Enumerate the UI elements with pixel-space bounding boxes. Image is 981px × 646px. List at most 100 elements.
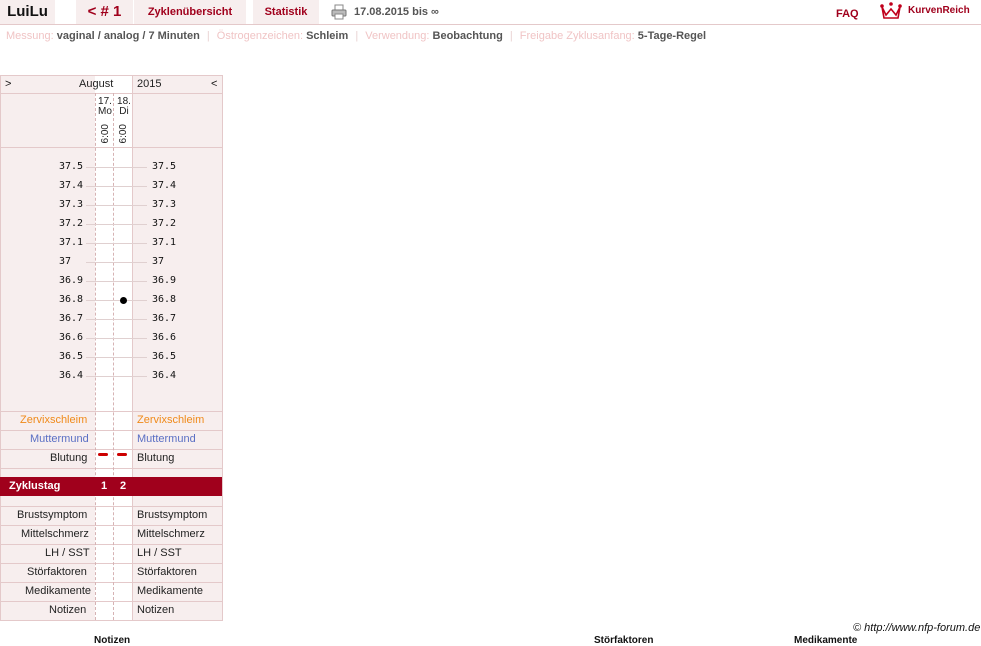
disruptors-row-label[interactable]: Störfaktoren [27, 563, 87, 581]
temperature-point[interactable] [120, 297, 127, 304]
temperature-tick-label: 36.8 [152, 294, 177, 305]
faq-link[interactable]: FAQ [836, 8, 859, 20]
month-label: August [79, 78, 114, 90]
measure-label: Messung: [6, 30, 54, 42]
temperature-tick-label: 36.6 [59, 332, 84, 343]
usage-label: Verwendung: [365, 30, 430, 42]
date-range: 17.08.2015 bis ∞ [354, 6, 439, 18]
separator: | [206, 30, 210, 42]
chart-border [0, 75, 1, 620]
printer-icon[interactable] [331, 4, 347, 20]
brand-name[interactable]: KurvenReich [908, 5, 970, 16]
temperature-gridline [86, 319, 147, 320]
temperature-tick-label: 37.2 [59, 218, 84, 229]
separator: | [509, 30, 513, 42]
cycle-day-number: 2 [119, 480, 127, 492]
temperature-tick-label: 37.1 [59, 237, 84, 248]
chart-divider [0, 544, 223, 545]
user-tab[interactable]: LuiLu [0, 0, 55, 24]
estrogen-label: Östrogenzeichen: [216, 30, 303, 42]
disruptors-heading: Störfaktoren [594, 635, 654, 646]
cycle-selector[interactable]: < # 1 [76, 0, 133, 24]
temperature-gridline [86, 205, 147, 206]
copyright[interactable]: © http://www.nfp-forum.de [853, 622, 980, 634]
temperature-gridline [86, 300, 147, 301]
cycle-day-number: 1 [100, 480, 108, 492]
temperature-tick-label: 37.3 [59, 199, 84, 210]
temperature-tick-label: 36.7 [152, 313, 177, 324]
estrogen-value: Schleim [306, 30, 349, 42]
cycle-day-row: Zyklustag 1 2 [0, 477, 222, 496]
medication-row-label[interactable]: Medikamente [137, 582, 203, 600]
chart-divider [0, 601, 223, 602]
release-value: 5-Tage-Regel [637, 30, 707, 42]
temperature-tick-label: 37.2 [152, 218, 177, 229]
notes-heading: Notizen [94, 635, 131, 646]
year-label: 2015 [137, 78, 162, 90]
temperature-tick-label: 37 [59, 256, 72, 267]
bleeding-mark[interactable] [117, 453, 127, 456]
cervical-os-row-label[interactable]: Muttermund [30, 430, 89, 448]
temperature-tick-label: 36.6 [152, 332, 177, 343]
tab-cycle-overview[interactable]: Zyklenübersicht [134, 0, 246, 24]
temperature-tick-label: 36.5 [59, 351, 84, 362]
temperature-tick-label: 36.5 [152, 351, 177, 362]
lh-test-row-label[interactable]: LH / SST [45, 544, 90, 562]
release-label: Freigabe Zyklusanfang: [519, 30, 635, 42]
temperature-tick-label: 36.4 [59, 370, 84, 381]
cervical-os-row-label[interactable]: Muttermund [137, 430, 196, 448]
medication-heading: Medikamente [794, 635, 858, 646]
bleeding-row-label[interactable]: Blutung [137, 449, 174, 467]
top-bar: LuiLu < # 1 Zyklenübersicht Statistik 17… [0, 0, 981, 25]
temperature-gridline [86, 243, 147, 244]
notes-row-label[interactable]: Notizen [137, 601, 174, 619]
settings-summary: Messung: vaginal / analog / 7 Minuten | … [6, 30, 706, 42]
temperature-tick-label: 36.4 [152, 370, 177, 381]
temperature-gridline [86, 357, 147, 358]
temperature-tick-label: 36.9 [59, 275, 84, 286]
breast-symptom-row-label[interactable]: Brustsymptom [137, 506, 207, 524]
temperature-gridline [86, 167, 147, 168]
temperature-gridline [86, 186, 147, 187]
separator: | [355, 30, 359, 42]
day-weekday: Mo [98, 106, 112, 117]
measure-value: vaginal / analog / 7 Minuten [56, 30, 200, 42]
chart-divider [0, 147, 223, 148]
chart-divider [0, 468, 223, 469]
usage-value: Beobachtung [432, 30, 503, 42]
temperature-tick-label: 37.1 [152, 237, 177, 248]
disruptors-row-label[interactable]: Störfaktoren [137, 563, 197, 581]
previous-month-button[interactable]: > [5, 75, 11, 93]
temperature-tick-label: 37.4 [59, 180, 84, 191]
temperature-tick-label: 36.7 [59, 313, 84, 324]
temperature-gridline [86, 262, 147, 263]
bleeding-mark[interactable] [98, 453, 108, 456]
tab-statistics[interactable]: Statistik [253, 0, 319, 24]
temperature-tick-label: 37.5 [59, 161, 84, 172]
day-time: 6:00 [100, 124, 111, 144]
cervix-row-label[interactable]: Zervixschleim [137, 411, 204, 429]
medication-row-label[interactable]: Medikamente [25, 582, 91, 600]
mittelschmerz-row-label[interactable]: Mittelschmerz [137, 525, 205, 543]
cycle-day-label: Zyklustag [9, 480, 61, 492]
temperature-tick-label: 37 [152, 256, 165, 267]
temperature-tick-label: 37.4 [152, 180, 177, 191]
chart-divider [0, 93, 223, 94]
cervix-row-label[interactable]: Zervixschleim [20, 411, 87, 429]
day-weekday: Di [119, 106, 129, 117]
mittelschmerz-row-label[interactable]: Mittelschmerz [21, 525, 89, 543]
temperature-tick-label: 37.5 [152, 161, 177, 172]
day-time: 6:00 [118, 124, 129, 144]
crown-logo-icon[interactable] [880, 1, 902, 21]
temperature-tick-label: 37.3 [152, 199, 177, 210]
bleeding-row-label[interactable]: Blutung [50, 449, 87, 467]
temperature-gridline [86, 281, 147, 282]
lh-test-row-label[interactable]: LH / SST [137, 544, 182, 562]
next-month-button[interactable]: < [211, 75, 217, 93]
chart-border [222, 75, 223, 620]
notes-row-label[interactable]: Notizen [49, 601, 86, 619]
chart-divider [0, 449, 223, 450]
temperature-gridline [86, 224, 147, 225]
breast-symptom-row-label[interactable]: Brustsymptom [17, 506, 87, 524]
chart-border [0, 620, 223, 621]
